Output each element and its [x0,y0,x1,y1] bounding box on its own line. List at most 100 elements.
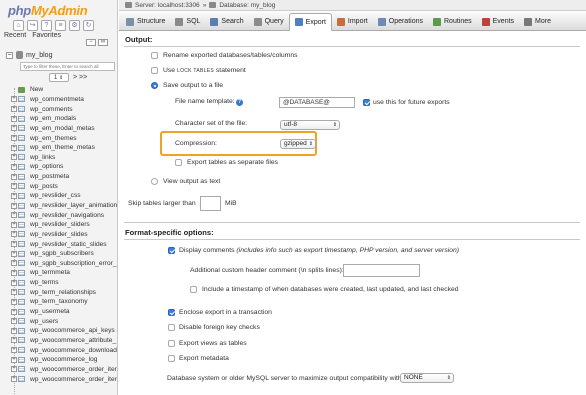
filename-template-input[interactable]: @DATABASE@ [279,97,355,108]
breadcrumb-server[interactable]: Server: localhost:3306 [135,2,200,9]
expand-icon[interactable]: + [11,356,17,363]
compat-select[interactable]: NONE ⇕ [400,373,454,383]
table-tree-item[interactable]: + wp_woocommerce_log [0,355,117,365]
table-tree-item[interactable]: + wp_comments [0,104,117,114]
table-tree-item[interactable]: + wp_revslider_css [0,191,117,201]
expand-icon[interactable]: + [11,106,17,113]
table-tree-item[interactable]: + wp_revslider_slides [0,230,117,240]
save-to-file-radio[interactable] [151,82,158,89]
table-tree-item[interactable]: + wp_options [0,162,117,172]
next-page-link[interactable]: > >> [73,74,87,81]
expand-icon[interactable]: + [11,241,17,248]
future-exports-checkbox[interactable] [363,99,370,106]
table-tree-item[interactable]: + wp_term_relationships [0,287,117,297]
tab-more[interactable]: More [519,13,556,30]
expand-icon[interactable]: + [11,308,17,315]
table-tree-item[interactable]: + wp_sgpb_subscribers [0,249,117,259]
table-tree-item[interactable]: + wp_em_modals [0,114,117,124]
link-with-main-icon[interactable]: ∞ [98,39,108,46]
sql-docs-icon[interactable]: ≡ [55,20,66,31]
table-tree-item[interactable]: + wp_postmeta [0,172,117,182]
breadcrumb-database[interactable]: Database: my_blog [219,2,275,9]
expand-icon[interactable]: + [11,376,17,383]
table-tree-item[interactable]: + wp_users [0,316,117,326]
table-tree-item[interactable]: + wp_em_theme_metas [0,143,117,153]
table-tree-item[interactable]: + wp_revslider_sliders [0,220,117,230]
expand-icon[interactable]: + [11,183,17,190]
nav-tab-favorites[interactable]: Favorites [32,32,61,39]
reload-icon[interactable]: ↻ [83,20,94,31]
expand-icon[interactable]: + [11,327,17,334]
expand-icon[interactable]: + [11,144,17,151]
table-tree-item[interactable]: + wp_woocommerce_download [0,345,117,355]
tab-import[interactable]: Import [332,13,373,30]
table-tree-item[interactable]: + wp_terms [0,278,117,288]
expand-icon[interactable]: + [11,192,17,199]
table-tree-item[interactable]: + wp_em_modal_metas [0,124,117,134]
table-tree-item[interactable]: + wp_em_themes [0,133,117,143]
expand-icon[interactable]: + [11,154,17,161]
table-tree-item[interactable]: + wp_term_taxonomy [0,297,117,307]
tab-routines[interactable]: Routines [428,13,477,30]
expand-icon[interactable]: + [11,221,17,228]
settings-icon[interactable]: ⚙ [69,20,80,31]
table-tree-item[interactable]: + wp_termmeta [0,268,117,278]
table-tree-item[interactable]: + wp_woocommerce_api_keys [0,326,117,336]
expand-icon[interactable]: + [11,289,17,296]
table-tree-item[interactable]: + wp_usermeta [0,307,117,317]
lock-tables-checkbox[interactable] [151,67,158,74]
logout-icon[interactable]: ↪ [27,20,38,31]
table-tree-item[interactable]: + wp_woocommerce_attribute_ [0,336,117,346]
expand-icon[interactable]: + [11,96,17,103]
database-name[interactable]: my_blog [26,52,52,59]
view-as-text-radio[interactable] [151,178,158,185]
timestamp-checkbox[interactable] [190,286,197,293]
custom-header-input[interactable] [343,264,420,277]
expand-icon[interactable]: + [11,212,17,219]
expand-icon[interactable]: + [11,250,17,257]
tab-operations[interactable]: Operations [373,13,428,30]
docs-icon[interactable]: ? [41,20,52,31]
rename-checkbox[interactable] [151,52,158,59]
export-metadata-checkbox[interactable] [168,355,175,362]
expand-icon[interactable]: + [11,125,17,132]
views-as-tables-checkbox[interactable] [168,340,175,347]
skip-tables-input[interactable] [200,196,221,211]
expand-icon[interactable]: + [11,231,17,238]
expand-icon[interactable]: + [11,260,17,267]
table-tree-item[interactable]: + wp_commentmeta [0,95,117,105]
nav-tab-recent[interactable]: Recent [4,32,26,39]
tab-query[interactable]: Query [249,13,289,30]
collapse-all-icon[interactable]: − [86,39,96,46]
expand-icon[interactable]: + [11,318,17,325]
table-tree-item[interactable]: + wp_revslider_navigations [0,210,117,220]
table-filter-input[interactable] [20,62,115,71]
charset-select[interactable]: utf-8 ⇕ [280,120,340,130]
expand-icon[interactable]: + [11,163,17,170]
expand-icon[interactable]: + [11,337,17,344]
expand-icon[interactable]: + [11,366,17,373]
tab-export[interactable]: Export [288,13,332,31]
transaction-checkbox[interactable] [168,309,175,316]
display-comments-checkbox[interactable] [168,247,175,254]
tab-events[interactable]: Events [477,13,519,30]
tab-search[interactable]: Search [205,13,248,30]
expand-icon[interactable]: + [11,347,17,354]
table-tree-item[interactable]: + wp_sgpb_subscription_error_ [0,259,117,269]
help-icon[interactable]: ? [236,99,243,106]
table-tree-item[interactable]: + wp_revslider_static_slides [0,239,117,249]
table-tree-item[interactable]: + wp_woocommerce_order_iter [0,365,117,375]
database-tree-root[interactable]: − my_blog [6,51,52,59]
expand-icon[interactable]: + [11,298,17,305]
table-tree-item[interactable]: + wp_links [0,152,117,162]
page-select[interactable]: 1 ⇕ [49,73,69,82]
foreign-key-checkbox[interactable] [168,324,175,331]
table-tree-item[interactable]: + wp_revslider_layer_animation [0,201,117,211]
tab-structure[interactable]: Structure [121,13,170,30]
phpmyadmin-logo[interactable]: phpMyAdmin [8,3,88,18]
table-tree-item[interactable]: + wp_woocommerce_order_iter [0,374,117,384]
expand-icon[interactable]: + [11,269,17,276]
new-table-item[interactable]: New [0,85,117,95]
expand-icon[interactable]: + [11,279,17,286]
compression-select[interactable]: gzipped ⇕ [280,139,316,149]
